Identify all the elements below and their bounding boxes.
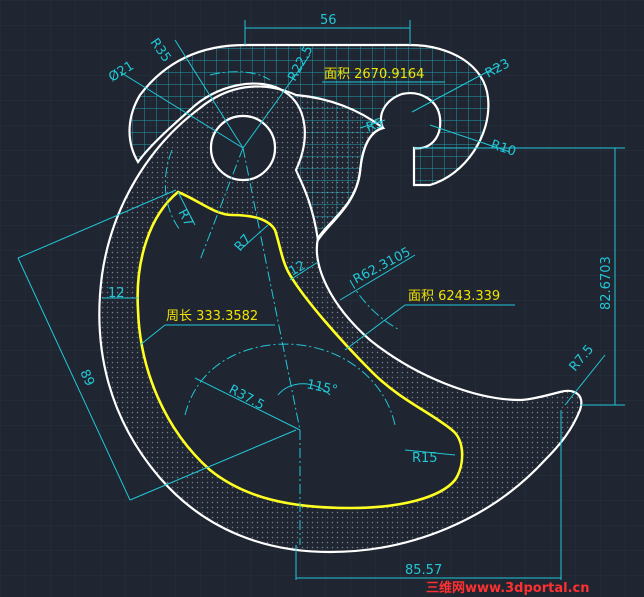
dim-bottom-width: 85.57 [405,563,442,578]
dim-r15: R15 [412,451,438,466]
dim-thick-a: 12 [108,286,125,301]
cad-drawing-canvas: 56 R35 Ø21 R22.5 R23 R5 R10 R7 R7 12 12 … [0,0,644,597]
watermark: 三维网www.3dportal.cn [426,580,589,596]
area-main-label: 面积 6243.339 [408,289,500,304]
perimeter-label: 周长 333.3582 [166,309,258,324]
dim-top-width: 56 [320,13,337,28]
dim-height-right: 82.6703 [599,256,614,310]
area-top-label: 面积 2670.9164 [324,67,424,82]
